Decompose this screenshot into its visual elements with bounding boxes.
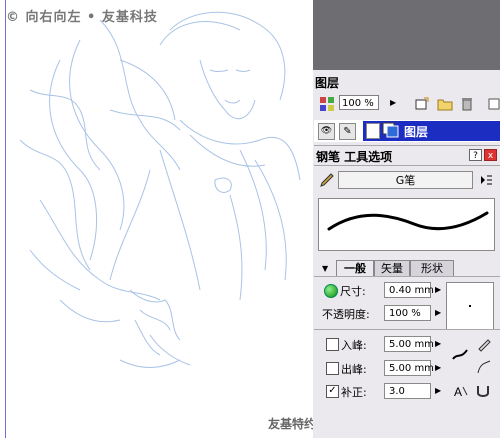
size-arrow-icon[interactable]: ▶ (435, 285, 441, 294)
trash-icon[interactable] (458, 95, 476, 113)
zoom-arrow-icon[interactable]: ▶ (390, 98, 396, 107)
correction-arrow-icon[interactable]: ▶ (435, 386, 441, 395)
folder-icon[interactable] (436, 95, 454, 113)
layer-thumb-icon (366, 123, 380, 139)
out-stroke-arrow-icon[interactable]: ▶ (435, 363, 441, 372)
stroke-curve (327, 211, 489, 231)
stroke-preview (318, 198, 495, 251)
collapse-arrow-icon[interactable]: ▼ (322, 264, 328, 273)
layer-extra-icon[interactable] (485, 95, 500, 113)
new-layer-icon[interactable] (413, 95, 431, 113)
opacity-field[interactable]: 100 % (384, 305, 431, 321)
layer-opacity-field[interactable]: 100 % (339, 95, 379, 110)
opacity-arrow-icon[interactable]: ▶ (435, 308, 441, 317)
tab-vector[interactable]: 矢量 (374, 260, 410, 276)
correction-checkbox[interactable]: ✓ (326, 385, 339, 398)
svg-text:A: A (454, 385, 462, 399)
help-button[interactable]: ? (469, 149, 482, 161)
out-stroke-label: 出峰: (341, 363, 367, 376)
curve-option-icon[interactable] (475, 358, 493, 376)
brush-dot (469, 305, 471, 307)
out-stroke-field[interactable]: 5.00 mm (384, 360, 434, 376)
tab-general[interactable]: 一般 (336, 260, 374, 276)
tab-shape[interactable]: 形状 (410, 260, 454, 276)
in-stroke-checkbox[interactable] (326, 338, 339, 351)
magnet-icon[interactable] (475, 382, 493, 400)
eye-icon[interactable]: 👁 (318, 123, 335, 140)
divider (314, 165, 500, 166)
layers-panel-title: 图层 (315, 76, 340, 90)
layer-props-icon[interactable] (318, 95, 336, 113)
text-correction-icon[interactable]: A (452, 382, 470, 400)
in-stroke-field[interactable]: 5.00 mm (384, 336, 434, 352)
brush-size-preview (446, 282, 494, 330)
sketch-artwork (19, 11, 301, 368)
close-button[interactable]: x (484, 149, 497, 161)
tool-options-title: 钢笔 工具选项 (316, 150, 393, 164)
correction-label: 补正: (341, 386, 367, 399)
in-stroke-arrow-icon[interactable]: ▶ (435, 339, 441, 348)
divider (314, 145, 500, 146)
drawing-canvas[interactable]: © 向右向左 • 友基科技 友基特约教程 www.ugee.com.cn (0, 0, 467, 438)
in-stroke-label: 入峰: (341, 339, 367, 352)
size-label: 尺寸: (340, 285, 366, 298)
brush-selector[interactable]: G笔 (338, 171, 473, 189)
pencil-icon[interactable]: ✎ (339, 123, 356, 140)
size-indicator-icon (324, 284, 338, 298)
pen-tool-icon (318, 171, 336, 189)
stroke-option-icon[interactable] (475, 335, 493, 353)
out-stroke-checkbox[interactable] (326, 362, 339, 375)
canvas-left-border (5, 0, 6, 438)
panel-dock-top (313, 0, 500, 70)
divider (314, 329, 500, 330)
opacity-label: 不透明度: (322, 308, 370, 321)
layer-name[interactable]: 图层 (404, 123, 428, 140)
layer-type-icon (382, 122, 400, 138)
correction-field[interactable]: 3.0 (384, 383, 431, 399)
size-field[interactable]: 0.40 mm (384, 282, 434, 298)
watermark-top: © 向右向左 • 友基科技 (6, 10, 158, 25)
divider (314, 276, 500, 277)
brush-menu-icon[interactable] (477, 171, 495, 189)
pen-pressure-icon[interactable] (452, 346, 470, 364)
